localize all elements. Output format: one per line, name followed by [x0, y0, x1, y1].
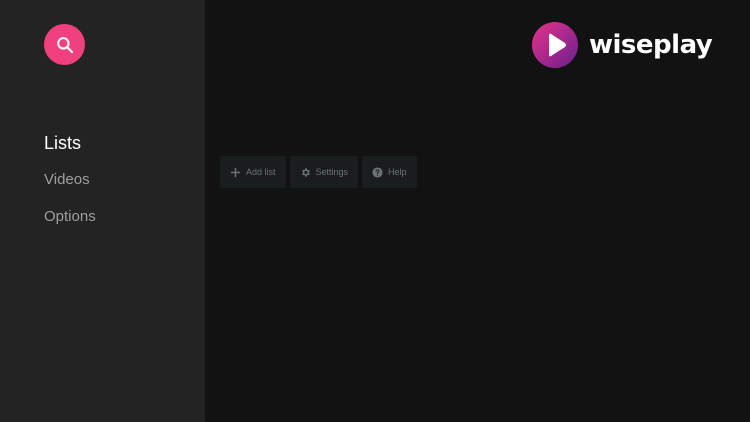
brand-logo: wiseplay [531, 21, 713, 69]
plus-icon [230, 167, 241, 178]
settings-label: Settings [315, 167, 349, 177]
toolbar: Add list Settings Help [220, 156, 417, 188]
search-icon [56, 36, 73, 53]
help-label: Help [388, 167, 407, 177]
help-button[interactable]: Help [362, 156, 417, 188]
sidebar-item-videos[interactable]: Videos [44, 167, 96, 204]
gear-icon [300, 167, 311, 178]
wiseplay-logo-icon [532, 22, 578, 68]
sidebar-item-options[interactable]: Options [44, 204, 96, 241]
settings-button[interactable]: Settings [289, 156, 359, 188]
sidebar-nav: Lists Videos Options [44, 130, 96, 241]
sidebar-item-lists[interactable]: Lists [44, 130, 96, 167]
sidebar: Lists Videos Options [0, 0, 205, 422]
search-button[interactable] [44, 24, 85, 65]
add-list-button[interactable]: Add list [220, 156, 286, 188]
add-list-label: Add list [246, 167, 276, 177]
help-icon [372, 166, 383, 178]
brand-name: wiseplay [589, 30, 713, 60]
app-window: Lists Videos Options Add list Settings H… [0, 0, 750, 422]
